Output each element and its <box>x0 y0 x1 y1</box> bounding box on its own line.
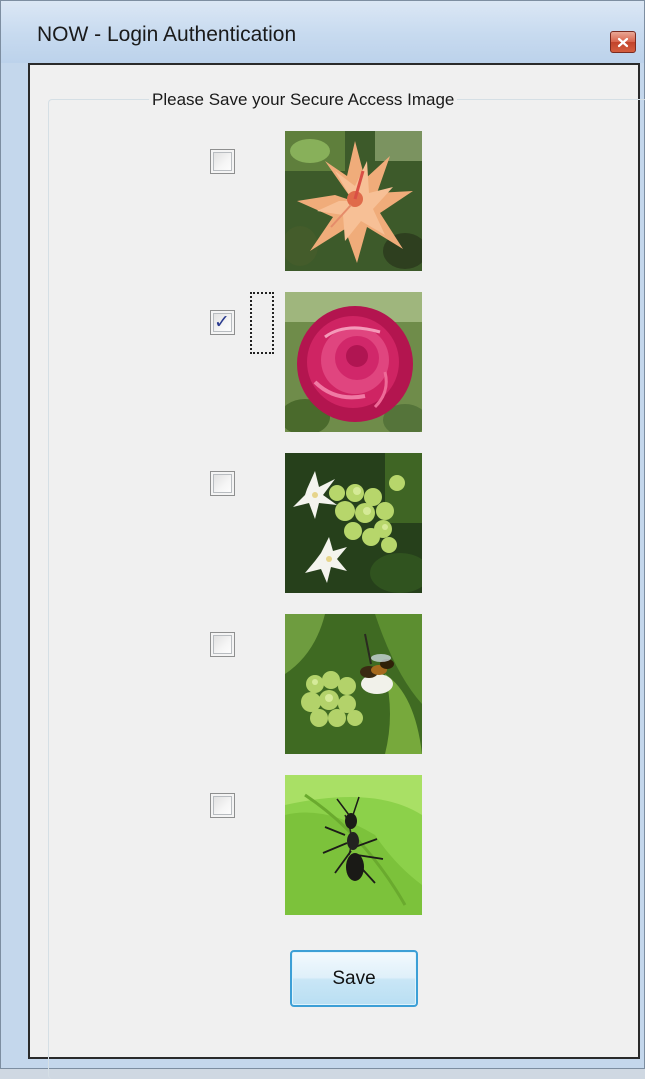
image-option-1 <box>210 131 422 271</box>
dialog-client-area: Please Save your Secure Access Image ✓ S… <box>28 63 645 1079</box>
image-checkbox-2[interactable]: ✓ <box>210 310 235 335</box>
title-bar[interactable]: NOW - Login Authentication <box>1 1 644 63</box>
image-checkbox-5[interactable] <box>210 793 235 818</box>
image-option-4 <box>210 614 422 754</box>
image-checkbox-4[interactable] <box>210 632 235 657</box>
bee-on-buds-image[interactable] <box>285 614 422 754</box>
pink-rose-image[interactable] <box>285 292 422 432</box>
focus-rectangle <box>250 292 274 354</box>
image-checkbox-1[interactable] <box>210 149 235 174</box>
groupbox-legend: Please Save your Secure Access Image <box>149 90 458 110</box>
save-button[interactable]: Save <box>290 950 418 1007</box>
image-option-2: ✓ <box>210 292 422 432</box>
checkmark-icon: ✓ <box>214 311 230 333</box>
window-title: NOW - Login Authentication <box>37 23 297 46</box>
white-flowers-buds-image[interactable] <box>285 453 422 593</box>
login-authentication-window: NOW - Login Authentication Please Save y… <box>0 0 645 1079</box>
close-button[interactable] <box>610 31 636 53</box>
image-checkbox-3[interactable] <box>210 471 235 496</box>
image-option-3 <box>210 453 422 593</box>
close-icon <box>617 37 629 47</box>
image-option-5 <box>210 775 422 915</box>
orange-flower-image[interactable] <box>285 131 422 271</box>
ant-on-leaf-image[interactable] <box>285 775 422 915</box>
